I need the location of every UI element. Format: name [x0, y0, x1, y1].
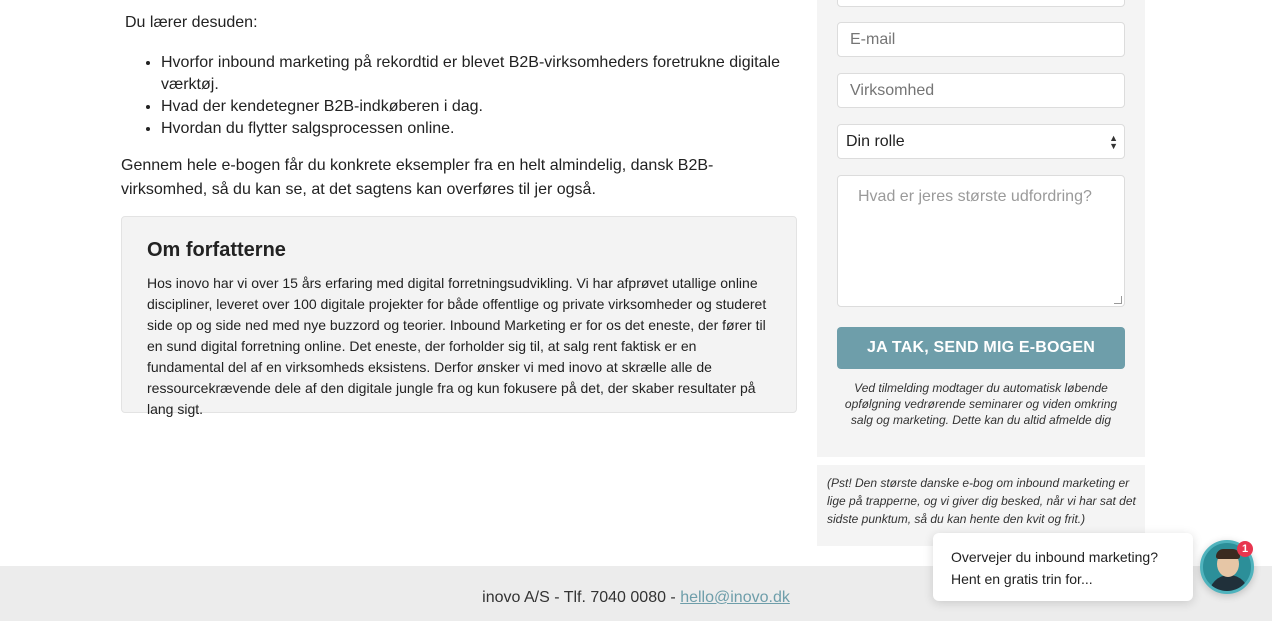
challenge-textarea[interactable]: Hvad er jeres største udfordring? — [837, 175, 1125, 307]
signup-form-panel: Din rolle ▲▼ Hvad er jeres største udfor… — [817, 0, 1145, 546]
list-item: Hvad der kendetegner B2B-indkøberen i da… — [161, 96, 801, 118]
notification-badge: 1 — [1237, 541, 1253, 557]
description-paragraph: Gennem hele e-bogen får du konkrete ekse… — [121, 157, 714, 198]
email-field[interactable] — [837, 22, 1125, 57]
pst-note: (Pst! Den største danske e-bog om inboun… — [827, 476, 1136, 526]
about-title: Om forfatterne — [147, 239, 286, 261]
consent-text: Ved tilmelding modtager du automatisk lø… — [844, 381, 1118, 427]
role-select[interactable]: Din rolle ▲ ▼ — [837, 124, 1125, 159]
role-select-value: Din rolle — [846, 133, 905, 150]
footer-company-phone: inovo A/S - Tlf. 7040 0080 - — [482, 589, 681, 606]
intro-text: Du lærer desuden: — [125, 14, 258, 31]
company-field[interactable] — [837, 73, 1125, 108]
about-authors-box: Om forfatterne Hos inovo har vi over 15 … — [121, 216, 797, 417]
resize-handle-icon[interactable] — [1114, 296, 1122, 304]
divider — [817, 457, 1145, 465]
list-item: Hvorfor inbound marketing på rekordtid e… — [161, 52, 801, 96]
about-text: Hos inovo har vi over 15 års erfaring me… — [147, 275, 767, 417]
list-item: Hvordan du flytter salgsprocessen online… — [161, 118, 801, 140]
chat-line-1: Overvejer du inbound marketing? — [951, 549, 1159, 565]
challenge-placeholder: Hvad er jeres største udfordring? — [858, 188, 1092, 205]
footer-email-link[interactable]: hello@inovo.dk — [680, 589, 790, 606]
submit-button[interactable]: JA TAK, SEND MIG E-BOGEN — [837, 327, 1125, 369]
select-arrows-icon: ▲ ▼ — [1109, 133, 1118, 151]
chat-message-bubble[interactable]: Overvejer du inbound marketing? Hent en … — [933, 533, 1193, 601]
benefits-list: Hvorfor inbound marketing på rekordtid e… — [161, 52, 801, 140]
chat-line-2: Hent en gratis trin for... — [951, 571, 1093, 587]
previous-field[interactable] — [837, 0, 1125, 7]
